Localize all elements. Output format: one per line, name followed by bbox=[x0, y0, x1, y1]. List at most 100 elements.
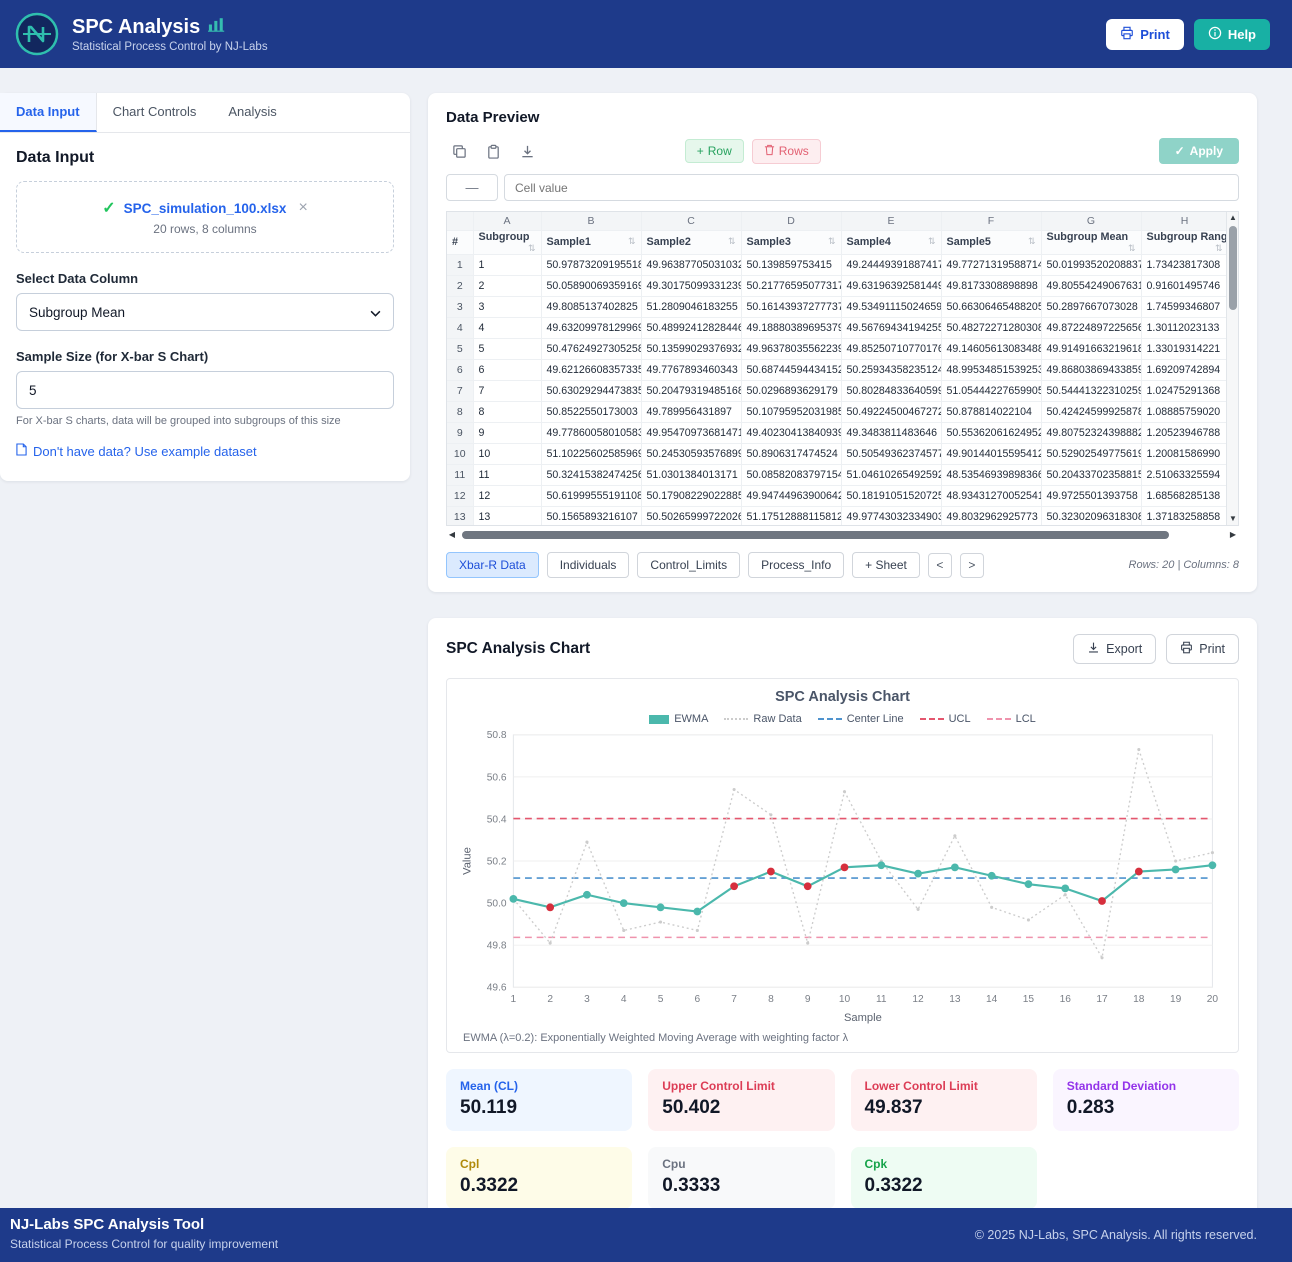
grid-cell[interactable]: 8 bbox=[473, 401, 541, 422]
grid-cell[interactable]: 50.48992412828446 bbox=[641, 317, 741, 338]
row-number[interactable]: 2 bbox=[447, 275, 473, 296]
sort-icon[interactable]: ⇅ bbox=[1028, 236, 1036, 247]
grid-cell[interactable]: 1.73423817308 bbox=[1141, 254, 1228, 275]
column-header-subgroup-range[interactable]: Subgroup Range⇅ bbox=[1141, 230, 1228, 254]
grid-cell[interactable]: 10 bbox=[473, 443, 541, 464]
sort-icon[interactable]: ⇅ bbox=[1215, 243, 1223, 254]
row-number[interactable]: 11 bbox=[447, 464, 473, 485]
column-letter-B[interactable]: B bbox=[541, 212, 641, 230]
grid-cell[interactable]: 6 bbox=[473, 359, 541, 380]
grid-cell[interactable]: 49.3483811483646 bbox=[841, 422, 941, 443]
grid-cell[interactable]: 1.69209742894 bbox=[1141, 359, 1228, 380]
grid-cell[interactable]: 50.21776595077317 bbox=[741, 275, 841, 296]
grid-cell[interactable]: 50.139859753415 bbox=[741, 254, 841, 275]
grid-cell[interactable]: 49.14605613083488 bbox=[941, 338, 1041, 359]
grid-cell[interactable]: 50.32302096318308 bbox=[1041, 506, 1141, 526]
grid-cell[interactable]: 50.52902549775619 bbox=[1041, 443, 1141, 464]
scroll-up-arrow[interactable]: ▲ bbox=[1227, 212, 1239, 224]
grid-cell[interactable]: 0.91601495746 bbox=[1141, 275, 1228, 296]
ewma-flagged-point[interactable] bbox=[546, 903, 554, 911]
grid-cell[interactable]: 1.20523946788 bbox=[1141, 422, 1228, 443]
sort-icon[interactable]: ⇅ bbox=[628, 236, 636, 247]
ewma-point[interactable] bbox=[988, 872, 996, 880]
ewma-flagged-point[interactable] bbox=[730, 882, 738, 890]
column-header-sample5[interactable]: Sample5⇅ bbox=[941, 230, 1041, 254]
add-row-button[interactable]: + Row bbox=[685, 139, 744, 163]
ewma-flagged-point[interactable] bbox=[1135, 868, 1143, 876]
add-sheet-button[interactable]: + Sheet bbox=[852, 552, 920, 578]
sheet-tab-individuals[interactable]: Individuals bbox=[547, 552, 630, 578]
ewma-flagged-point[interactable] bbox=[804, 882, 812, 890]
scroll-down-arrow[interactable]: ▼ bbox=[1227, 513, 1239, 525]
row-number[interactable]: 13 bbox=[447, 506, 473, 526]
column-header-sample1[interactable]: Sample1⇅ bbox=[541, 230, 641, 254]
grid-cell[interactable]: 1.20081586990 bbox=[1141, 443, 1228, 464]
grid-cell[interactable]: 48.99534851539253 bbox=[941, 359, 1041, 380]
grid-cell[interactable]: 1.02475291368 bbox=[1141, 380, 1228, 401]
data-column-select[interactable]: Subgroup Mean bbox=[16, 293, 394, 331]
grid-cell[interactable]: 50.66306465488205 bbox=[941, 296, 1041, 317]
grid-cell[interactable]: 50.20433702358815 bbox=[1041, 464, 1141, 485]
grid-cell[interactable]: 49.8032962925773 bbox=[941, 506, 1041, 526]
grid-cell[interactable]: 49.8173308898898 bbox=[941, 275, 1041, 296]
grid-cell[interactable]: 49.62126608357335 bbox=[541, 359, 641, 380]
sort-icon[interactable]: ⇅ bbox=[828, 236, 836, 247]
file-upload-box[interactable]: ✓ SPC_simulation_100.xlsx × 20 rows, 8 c… bbox=[16, 181, 394, 253]
ewma-flagged-point[interactable] bbox=[1098, 897, 1106, 905]
grid-cell[interactable]: 50.13599029376932 bbox=[641, 338, 741, 359]
grid-cell[interactable]: 49.8085137402825 bbox=[541, 296, 641, 317]
copy-icon[interactable] bbox=[446, 139, 472, 163]
grid-cell[interactable]: 3 bbox=[473, 296, 541, 317]
grid-cell[interactable]: 1.74599346807 bbox=[1141, 296, 1228, 317]
row-number[interactable]: 12 bbox=[447, 485, 473, 506]
ewma-point[interactable] bbox=[583, 891, 591, 899]
grid-cell[interactable]: 49.56769434194255 bbox=[841, 317, 941, 338]
grid-cell[interactable]: 5 bbox=[473, 338, 541, 359]
delete-rows-button[interactable]: Rows bbox=[752, 139, 821, 164]
vertical-scroll-thumb[interactable] bbox=[1229, 226, 1237, 310]
grid-cell[interactable]: 50.80284833640599 bbox=[841, 380, 941, 401]
ewma-point[interactable] bbox=[877, 861, 885, 869]
grid-cell[interactable]: 50.1565893216107 bbox=[541, 506, 641, 526]
sort-icon[interactable]: ⇅ bbox=[528, 243, 536, 254]
ewma-point[interactable] bbox=[1025, 880, 1033, 888]
header-help-button[interactable]: Help bbox=[1194, 19, 1270, 50]
row-number[interactable]: 4 bbox=[447, 317, 473, 338]
ewma-point[interactable] bbox=[914, 870, 922, 878]
grid-cell[interactable]: 49.63209978129969 bbox=[541, 317, 641, 338]
scroll-left-arrow[interactable]: ◀ bbox=[446, 528, 458, 542]
grid-cell[interactable]: 49.53491115024659 bbox=[841, 296, 941, 317]
grid-cell[interactable]: 49.7767893460343 bbox=[641, 359, 741, 380]
grid-cell[interactable]: 51.2809046183255 bbox=[641, 296, 741, 317]
grid-cell[interactable]: 11 bbox=[473, 464, 541, 485]
grid-cell[interactable]: 2 bbox=[473, 275, 541, 296]
legend-item-lcl[interactable]: LCL bbox=[987, 713, 1036, 725]
grid-cell[interactable]: 51.10225602585969 bbox=[541, 443, 641, 464]
grid-cell[interactable]: 50.8906317474524 bbox=[741, 443, 841, 464]
grid-cell[interactable]: 50.01993520208837 bbox=[1041, 254, 1141, 275]
grid-cell[interactable]: 49.96387705031032 bbox=[641, 254, 741, 275]
scroll-right-arrow[interactable]: ▶ bbox=[1227, 528, 1239, 542]
grid-cell[interactable]: 50.8522550173003 bbox=[541, 401, 641, 422]
grid-cell[interactable]: 7 bbox=[473, 380, 541, 401]
grid-cell[interactable]: 50.54441322310259 bbox=[1041, 380, 1141, 401]
grid-cell[interactable]: 50.42424599925878 bbox=[1041, 401, 1141, 422]
ewma-point[interactable] bbox=[1209, 861, 1217, 869]
export-button[interactable]: Export bbox=[1073, 634, 1156, 664]
grid-cell[interactable]: 50.50549362374577 bbox=[841, 443, 941, 464]
row-number[interactable]: 10 bbox=[447, 443, 473, 464]
grid-cell[interactable]: 49.63196392581449 bbox=[841, 275, 941, 296]
ewma-point[interactable] bbox=[693, 908, 701, 916]
download-icon[interactable] bbox=[514, 139, 540, 163]
sheet-prev-button[interactable]: < bbox=[928, 553, 952, 578]
grid-cell[interactable]: 50.49224500467272 bbox=[841, 401, 941, 422]
sort-icon[interactable]: ⇅ bbox=[728, 236, 736, 247]
grid-cell[interactable]: 51.04610265492592 bbox=[841, 464, 941, 485]
column-header-subgroup[interactable]: Subgroup⇅ bbox=[473, 230, 541, 254]
grid-cell[interactable]: 50.50265999722026 bbox=[641, 506, 741, 526]
grid-cell[interactable]: 1.37183258858 bbox=[1141, 506, 1228, 526]
grid-cell[interactable]: 51.05444227659905 bbox=[941, 380, 1041, 401]
grid-cell[interactable]: 49.18880389695379 bbox=[741, 317, 841, 338]
grid-cell[interactable]: 49.789956431897 bbox=[641, 401, 741, 422]
row-number[interactable]: 5 bbox=[447, 338, 473, 359]
